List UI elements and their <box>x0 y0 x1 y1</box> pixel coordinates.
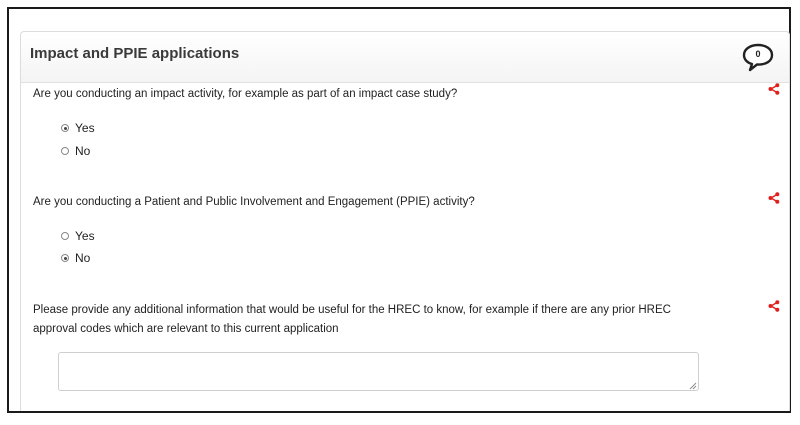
question-text-line: approval codes which are relevant to thi… <box>33 323 339 335</box>
comment-count: 0 <box>755 49 761 59</box>
radio-ppie-yes[interactable]: Yes <box>61 229 95 243</box>
radio-impact-yes[interactable]: Yes <box>61 121 95 135</box>
radio-button[interactable] <box>61 254 69 262</box>
comment-button[interactable]: 0 <box>741 42 775 72</box>
question-ppie-activity: Are you conducting a Patient and Public … <box>33 196 475 208</box>
radio-impact-no[interactable]: No <box>61 144 90 158</box>
question-text-line: Please provide any additional informatio… <box>33 304 671 316</box>
question-impact-activity: Are you conducting an impact activity, f… <box>33 88 458 100</box>
section-title: Impact and PPIE applications <box>30 45 240 62</box>
share-icon[interactable] <box>768 192 780 204</box>
resize-grip-icon[interactable] <box>689 382 697 390</box>
radio-label: No <box>75 251 91 265</box>
radio-button[interactable] <box>61 124 69 132</box>
radio-label: No <box>75 144 91 158</box>
form-panel: Impact and PPIE applications 0 Are you c… <box>20 31 790 411</box>
radio-ppie-no[interactable]: No <box>61 251 90 265</box>
radio-button[interactable] <box>61 232 69 240</box>
radio-button[interactable] <box>61 147 69 155</box>
panel-header: Impact and PPIE applications 0 <box>21 32 789 83</box>
radio-label: Yes <box>75 121 95 135</box>
additional-info-textarea[interactable] <box>58 352 699 391</box>
question-additional-info: Please provide any additional informatio… <box>33 301 671 339</box>
share-icon[interactable] <box>768 83 780 95</box>
share-icon[interactable] <box>768 300 780 312</box>
radio-label: Yes <box>75 229 95 243</box>
